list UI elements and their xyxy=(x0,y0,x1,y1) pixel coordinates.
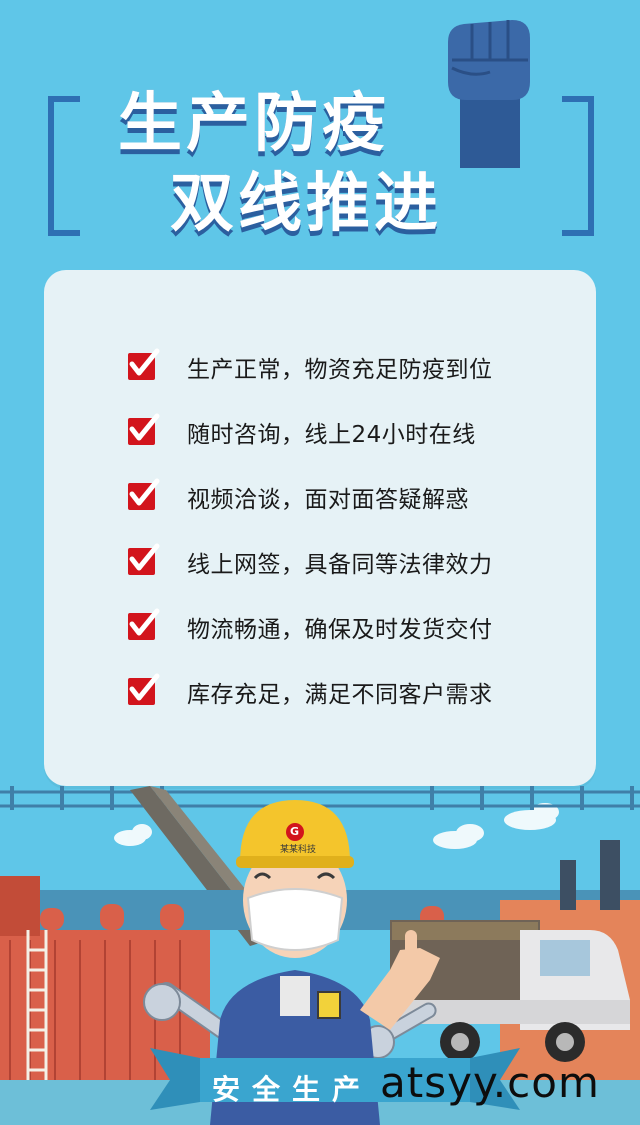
checkbox-icon xyxy=(128,673,160,705)
ribbon-text: 安全生产 xyxy=(212,1073,373,1106)
checkbox-icon xyxy=(128,348,160,380)
railing xyxy=(0,790,640,808)
checklist-text: 线上网签，具备同等法律效力 xyxy=(187,551,493,578)
checklist-text: 物流畅通，确保及时发货交付 xyxy=(187,616,493,643)
checkbox-icon xyxy=(128,413,160,445)
watermark: atsyy.com xyxy=(380,1058,600,1107)
checkbox-icon xyxy=(128,478,160,510)
checklist-item: 生产正常，物资充足防疫到位 xyxy=(84,334,564,399)
checklist-item: 物流畅通，确保及时发货交付 xyxy=(84,594,564,659)
checklist-item: 库存充足，满足不同客户需求 xyxy=(84,659,564,724)
checklist: 生产正常，物资充足防疫到位 随时咨询，线上24小时在线 视频洽谈，面对面答疑解惑… xyxy=(84,334,564,724)
checklist-text: 库存充足，满足不同客户需求 xyxy=(187,681,493,708)
bracket-bottom-left xyxy=(48,160,80,236)
checklist-item: 线上网签，具备同等法律效力 xyxy=(84,529,564,594)
bracket-bottom-right xyxy=(562,160,594,236)
helmet-text: 某某科技 xyxy=(280,845,317,855)
checkbox-icon xyxy=(128,543,160,575)
checklist-item: 视频洽谈，面对面答疑解惑 xyxy=(84,464,564,529)
checklist-text: 随时咨询，线上24小时在线 xyxy=(187,421,476,448)
helmet-logo: G xyxy=(290,825,300,838)
checklist-text: 生产正常，物资充足防疫到位 xyxy=(187,356,493,383)
checkbox-icon xyxy=(128,608,160,640)
poster: 生产防疫 双线推进 生产正常，物资充足防疫到位 随时咨询，线上24小时在线 视频… xyxy=(0,0,640,1125)
checklist-text: 视频洽谈，面对面答疑解惑 xyxy=(187,486,469,513)
title-line-2: 双线推进 xyxy=(170,167,442,241)
title-block: 生产防疫 双线推进 xyxy=(0,0,640,260)
title-line-1: 生产防疫 xyxy=(118,87,390,161)
checklist-item: 随时咨询，线上24小时在线 xyxy=(84,399,564,464)
